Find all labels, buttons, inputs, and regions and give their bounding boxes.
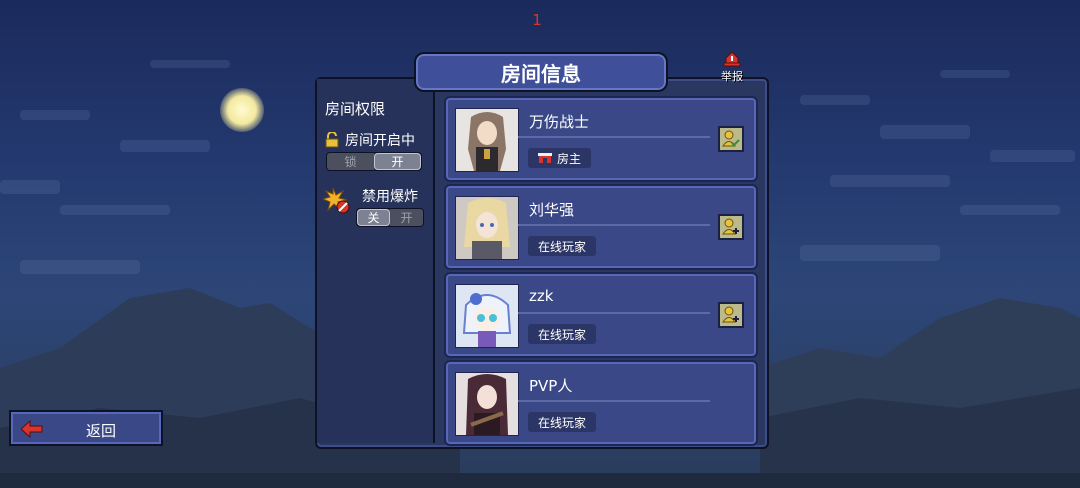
report-button[interactable]: 举报 bbox=[714, 51, 750, 84]
player-avatar bbox=[455, 372, 519, 436]
room-lock-toggle[interactable]: 锁 开 bbox=[326, 152, 422, 171]
permissions-title: 房间权限 bbox=[325, 100, 386, 118]
add-friend-button[interactable] bbox=[718, 214, 744, 240]
divider bbox=[518, 136, 710, 138]
add-friend-button[interactable] bbox=[718, 302, 744, 328]
player-card: 刘华强 在线玩家 bbox=[444, 184, 758, 270]
host-house-icon bbox=[538, 153, 552, 163]
player-name: 刘华强 bbox=[529, 201, 575, 219]
divider bbox=[518, 224, 710, 226]
explode-label: 禁用爆炸 bbox=[362, 189, 418, 205]
moon bbox=[220, 88, 264, 132]
back-arrow-icon bbox=[21, 420, 43, 438]
player-name: zzk bbox=[529, 287, 554, 305]
off-option[interactable]: 关 bbox=[357, 209, 390, 226]
divider bbox=[518, 312, 710, 314]
badge-label: 在线玩家 bbox=[538, 327, 587, 342]
panel-title: 房间信息 bbox=[414, 52, 668, 92]
add-friend-icon bbox=[722, 306, 739, 323]
player-role-badge: 在线玩家 bbox=[528, 412, 597, 432]
on-option[interactable]: 开 bbox=[390, 209, 423, 226]
player-role-badge: 在线玩家 bbox=[528, 324, 597, 344]
back-button[interactable]: 返回 bbox=[9, 410, 163, 446]
lock-option[interactable]: 锁 bbox=[327, 153, 374, 170]
add-friend-icon bbox=[722, 218, 739, 235]
player-card: PVP人 在线玩家 bbox=[444, 360, 758, 446]
unlocked-icon bbox=[325, 132, 339, 148]
explosion-toggle[interactable]: 关 开 bbox=[356, 208, 424, 227]
badge-label: 在线玩家 bbox=[538, 239, 587, 254]
player-avatar bbox=[455, 284, 519, 348]
badge-label: 房主 bbox=[557, 151, 582, 166]
player-role-badge: 在线玩家 bbox=[528, 236, 597, 256]
player-avatar bbox=[455, 196, 519, 260]
alarm-icon bbox=[723, 51, 741, 67]
counter-number: 1 bbox=[532, 11, 542, 29]
player-avatar bbox=[455, 108, 519, 172]
friend-accepted-icon bbox=[722, 130, 740, 147]
room-status-row: 房间开启中 bbox=[325, 130, 415, 150]
explode-row bbox=[323, 186, 351, 214]
room-status-label: 房间开启中 bbox=[345, 133, 415, 149]
player-role-badge: 房主 bbox=[528, 148, 592, 168]
badge-label: 在线玩家 bbox=[538, 415, 587, 430]
divider bbox=[518, 400, 710, 402]
player-name: PVP人 bbox=[529, 377, 573, 395]
player-card: 万伤战士 房主 bbox=[444, 96, 758, 182]
player-name: 万伤战士 bbox=[529, 113, 590, 131]
back-button-label: 返回 bbox=[86, 422, 117, 440]
report-label: 举报 bbox=[721, 70, 743, 83]
player-card: zzk 在线玩家 bbox=[444, 272, 758, 358]
explosion-disabled-icon bbox=[323, 187, 350, 214]
open-option[interactable]: 开 bbox=[374, 153, 421, 170]
friend-status-button[interactable] bbox=[718, 126, 744, 152]
